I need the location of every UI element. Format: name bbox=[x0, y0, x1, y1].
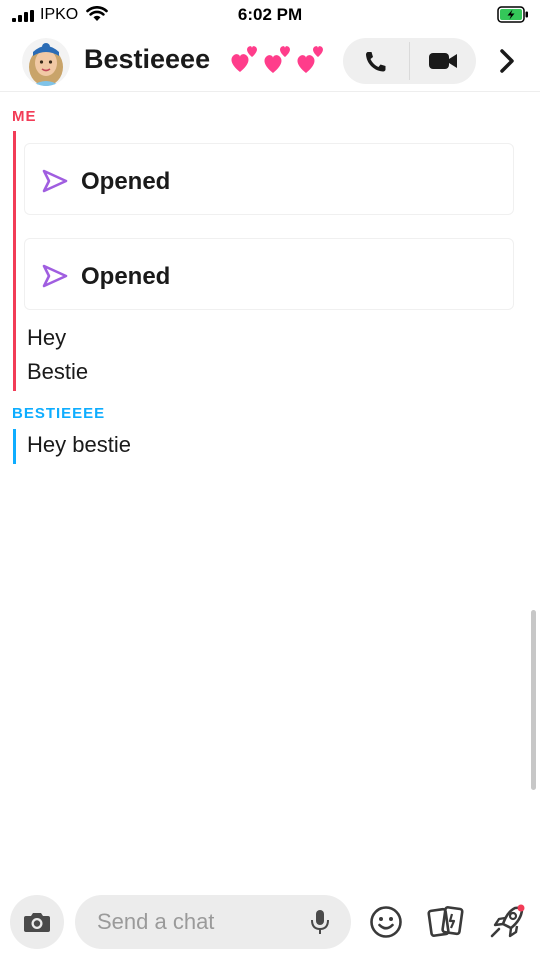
snap-item[interactable]: Opened bbox=[24, 143, 514, 215]
chat-title[interactable]: Bestieeee bbox=[84, 44, 210, 75]
call-divider bbox=[409, 42, 410, 80]
battery-charging-icon bbox=[497, 6, 528, 23]
rocket-icon[interactable] bbox=[485, 902, 527, 942]
scrollbar[interactable] bbox=[531, 610, 536, 790]
chat-message[interactable]: Hey bbox=[27, 325, 66, 351]
sender-label-me: ME bbox=[12, 108, 37, 125]
status-time: 6:02 PM bbox=[237, 5, 303, 24]
opened-snap-arrow-icon bbox=[42, 169, 68, 193]
phone-icon[interactable] bbox=[361, 49, 389, 73]
snap-status: Opened bbox=[81, 263, 171, 290]
camera-button[interactable] bbox=[10, 895, 64, 949]
call-group bbox=[343, 38, 476, 84]
sticker-cards-icon[interactable] bbox=[427, 904, 465, 940]
opened-snap-arrow-icon bbox=[42, 264, 68, 288]
chat-message[interactable]: Bestie bbox=[27, 359, 88, 385]
avatar[interactable] bbox=[22, 38, 70, 86]
chat-screen: IPKO 6:02 PM Bestieeee ME Opened Opened … bbox=[0, 0, 540, 960]
snap-status: Opened bbox=[81, 168, 171, 195]
chat-header: Bestieeee bbox=[0, 32, 540, 92]
status-bar: IPKO 6:02 PM bbox=[0, 0, 540, 32]
chat-message[interactable]: Hey bestie bbox=[27, 432, 131, 458]
two-hearts-icon bbox=[231, 46, 323, 73]
camera-icon bbox=[24, 913, 50, 932]
smiley-icon[interactable] bbox=[369, 905, 403, 939]
message-group-bar-friend bbox=[13, 429, 16, 464]
chevron-right-icon[interactable] bbox=[496, 48, 518, 74]
bitmoji-avatar-icon bbox=[22, 38, 70, 86]
snap-item[interactable]: Opened bbox=[24, 238, 514, 310]
video-camera-icon[interactable] bbox=[427, 50, 459, 72]
message-group-bar-me bbox=[13, 131, 16, 391]
sender-label-friend: BESTIEEEE bbox=[12, 405, 106, 422]
microphone-icon[interactable] bbox=[309, 908, 331, 936]
